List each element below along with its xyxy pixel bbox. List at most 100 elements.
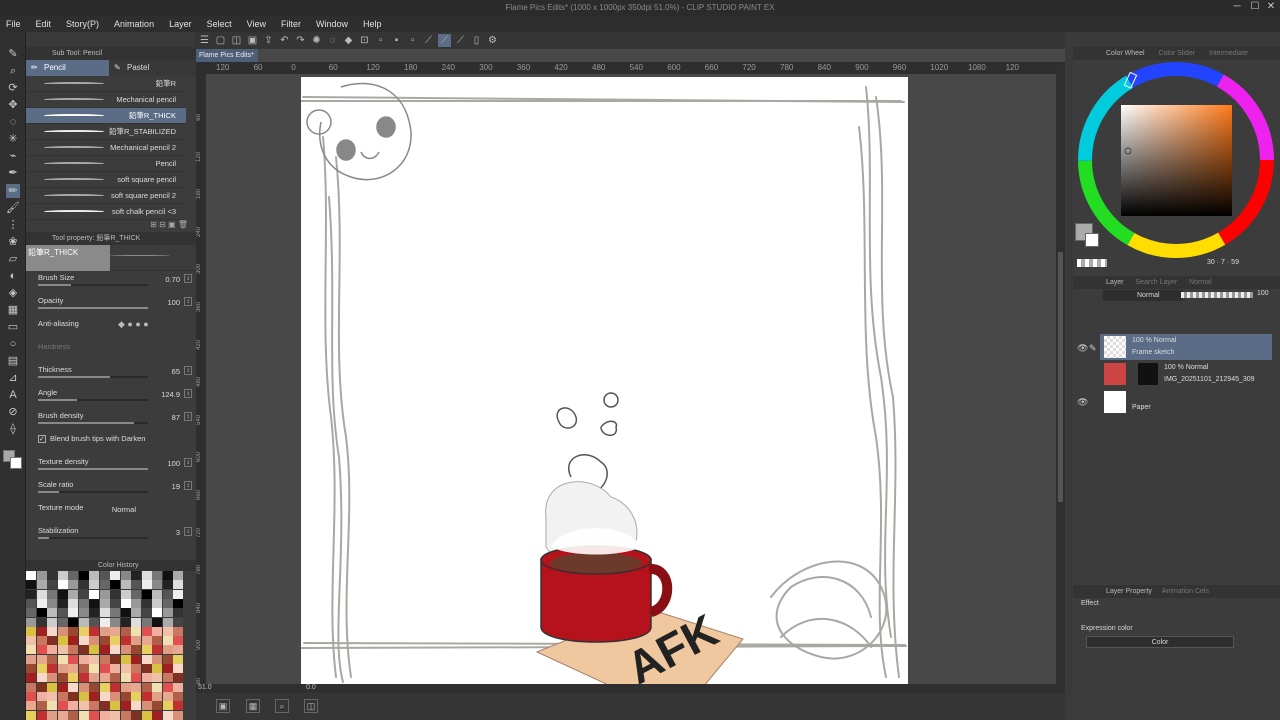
color-swatch[interactable] <box>110 701 120 711</box>
color-swatch[interactable] <box>89 691 99 701</box>
color-swatch[interactable] <box>120 589 131 599</box>
color-swatch[interactable] <box>110 598 120 608</box>
color-swatch[interactable] <box>36 626 47 636</box>
color-swatch[interactable] <box>120 691 131 701</box>
crop-icon[interactable]: ▪ <box>390 34 403 47</box>
color-swatch[interactable] <box>36 645 47 655</box>
color-swatch[interactable] <box>26 617 36 627</box>
color-swatch[interactable] <box>26 691 36 701</box>
color-swatch[interactable] <box>120 626 131 636</box>
color-swatch[interactable] <box>141 617 152 627</box>
tool-property-row[interactable]: Stabilization 3 ↕ <box>26 524 196 547</box>
color-swatch[interactable] <box>47 691 57 701</box>
color-swatch[interactable] <box>47 617 57 627</box>
brush-item[interactable]: soft chalk pencil <3 <box>26 204 186 220</box>
color-swatch[interactable] <box>162 691 173 701</box>
color-swatch[interactable] <box>162 645 173 655</box>
layer-icon[interactable]: ▦ <box>246 699 260 713</box>
property-slider[interactable] <box>38 376 148 378</box>
color-swatch[interactable] <box>36 682 47 692</box>
tool-property-row[interactable]: Blend brush tips with Darken ✓ <box>26 432 196 455</box>
color-swatch[interactable] <box>99 636 110 646</box>
color-swatch[interactable] <box>131 645 141 655</box>
color-swatch[interactable] <box>57 636 68 646</box>
menu-window[interactable]: Window <box>316 19 348 29</box>
color-swatch[interactable] <box>68 701 78 711</box>
lasso-icon[interactable]: ◌ <box>6 115 20 129</box>
color-swatch[interactable] <box>47 636 57 646</box>
color-swatch[interactable] <box>120 664 131 673</box>
color-swatch[interactable] <box>26 645 36 655</box>
color-swatch[interactable] <box>152 608 162 618</box>
layer-item-image[interactable]: 100 % Normal IMG_20251101_212945_309 <box>1100 361 1272 387</box>
color-swatch[interactable] <box>57 645 68 655</box>
color-swatch[interactable] <box>131 589 141 599</box>
color-swatch[interactable] <box>120 673 131 683</box>
color-swatch[interactable] <box>89 654 99 664</box>
color-swatch[interactable] <box>152 691 162 701</box>
color-swatch[interactable] <box>152 701 162 711</box>
color-swatch[interactable] <box>47 580 57 590</box>
navigator-icon[interactable]: ▣ <box>216 699 230 713</box>
color-swatch[interactable] <box>68 598 78 608</box>
color-swatch[interactable] <box>152 673 162 683</box>
color-swatch[interactable] <box>162 598 173 608</box>
sub-tool-actions[interactable]: ⊞ ⊟ ▣ 🗑 <box>26 220 196 229</box>
color-swatch[interactable] <box>89 664 99 673</box>
color-swatch[interactable] <box>131 664 141 673</box>
color-swatch[interactable] <box>162 654 173 664</box>
color-swatch[interactable] <box>120 598 131 608</box>
color-swatch[interactable] <box>99 710 110 720</box>
tool-property-row[interactable]: Brush Size 0.70 ↕ <box>26 271 196 294</box>
color-swatch[interactable] <box>78 710 89 720</box>
color-swatch[interactable] <box>141 673 152 683</box>
color-swatch[interactable] <box>78 664 89 673</box>
ellipse-icon[interactable]: ○ <box>6 337 20 351</box>
color-swatch[interactable] <box>141 710 152 720</box>
color-swatch[interactable] <box>110 654 120 664</box>
angle-value[interactable]: 0.0 <box>306 684 316 691</box>
color-swatch[interactable] <box>141 701 152 711</box>
color-swatch[interactable] <box>89 580 99 590</box>
gradient-icon[interactable]: ▦ <box>6 303 20 317</box>
color-swatch[interactable] <box>47 589 57 599</box>
color-swatch[interactable] <box>99 626 110 636</box>
color-swatch[interactable] <box>57 589 68 599</box>
color-swatch[interactable] <box>78 589 89 599</box>
color-swatch[interactable] <box>131 636 141 646</box>
color-swatch[interactable] <box>141 654 152 664</box>
tool-property-row[interactable]: Anti-aliasing ◆ ● ● ● <box>26 317 196 340</box>
color-swatch[interactable] <box>89 645 99 655</box>
color-swatch[interactable] <box>26 673 36 683</box>
pen-icon[interactable]: ✎ <box>6 47 20 61</box>
color-swatch[interactable] <box>162 608 173 618</box>
color-swatch[interactable] <box>99 645 110 655</box>
menu-file[interactable]: File <box>6 19 21 29</box>
color-swatch[interactable] <box>89 589 99 599</box>
horizontal-scrollbar[interactable]: 51.0 0.0 <box>196 684 1065 693</box>
property-slider[interactable] <box>38 284 148 286</box>
tool-property-row[interactable]: Thickness 65 ↕ <box>26 363 196 386</box>
color-swatch[interactable] <box>57 682 68 692</box>
color-swatch[interactable] <box>68 617 78 627</box>
color-swatch[interactable] <box>152 645 162 655</box>
color-swatch[interactable] <box>47 626 57 636</box>
color-swatch[interactable] <box>173 608 183 618</box>
color-swatch[interactable] <box>57 580 68 590</box>
tool-property-row[interactable]: Texture mode Normal <box>26 501 196 524</box>
pencil-icon[interactable]: ✏ <box>6 184 20 198</box>
color-swatch[interactable] <box>173 598 183 608</box>
color-swatch[interactable] <box>26 598 36 608</box>
color-swatch[interactable] <box>141 636 152 646</box>
color-swatch[interactable] <box>141 682 152 692</box>
color-swatch[interactable] <box>131 682 141 692</box>
color-swatch[interactable] <box>47 701 57 711</box>
pressure-toggle-icon[interactable]: ↕ <box>184 366 192 375</box>
undo-icon[interactable]: ↶ <box>278 34 291 47</box>
color-swatch[interactable] <box>36 654 47 664</box>
color-swatch[interactable] <box>152 654 162 664</box>
color-swatch[interactable] <box>110 636 120 646</box>
color-swatch[interactable] <box>89 608 99 618</box>
color-swatch[interactable] <box>26 654 36 664</box>
pressure-toggle-icon[interactable]: ↕ <box>184 274 192 283</box>
